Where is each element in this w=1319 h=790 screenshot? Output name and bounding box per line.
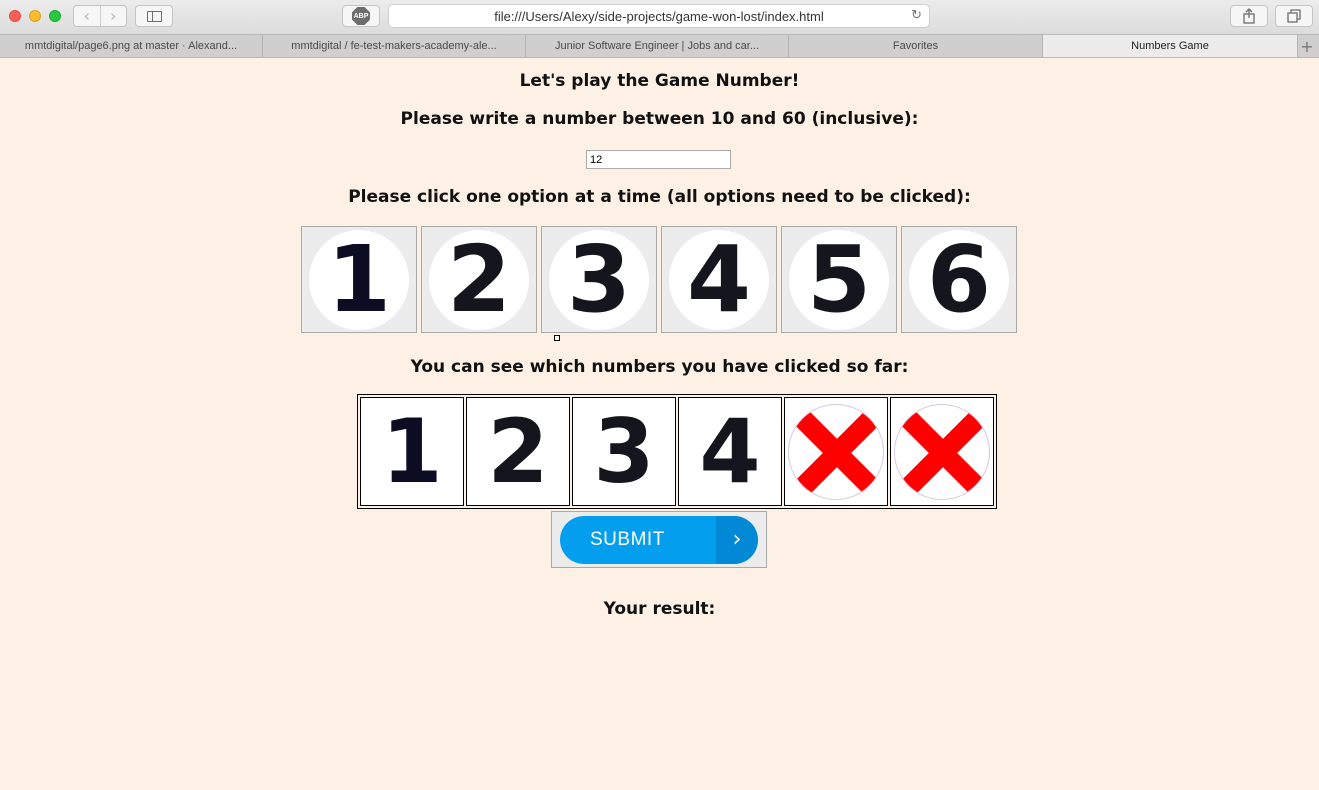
number-3-image: 3 — [576, 399, 672, 503]
share-icon — [1243, 8, 1255, 24]
clicked-cell-5 — [784, 397, 888, 506]
tab-label: Numbers Game — [1131, 40, 1209, 52]
number-1-image: 1 — [309, 225, 409, 333]
number-2-image: 2 — [470, 399, 566, 503]
number-4-image: 4 — [669, 225, 769, 333]
option-digit: 2 — [446, 225, 511, 333]
clicked-heading: You can see which numbers you have click… — [410, 357, 909, 377]
option-button-5[interactable]: 5 — [781, 226, 897, 333]
number-5-image: 5 — [789, 225, 889, 333]
share-button[interactable] — [1230, 5, 1268, 27]
options-prompt: Please click one option at a time (all o… — [348, 187, 971, 207]
option-button-3[interactable]: 3 — [541, 226, 657, 333]
reload-icon[interactable]: ↻ — [911, 8, 922, 23]
option-button-4[interactable]: 4 — [661, 226, 777, 333]
submit-button[interactable]: SUBMIT › — [551, 511, 767, 568]
option-digit: 1 — [326, 225, 391, 333]
option-digit: 3 — [566, 225, 631, 333]
option-digit: 5 — [806, 225, 871, 333]
number-6-image: 6 — [909, 225, 1009, 333]
number-2-image: 2 — [429, 225, 529, 333]
adblock-plus-icon: ABP — [352, 7, 370, 25]
option-button-1[interactable]: 1 — [301, 226, 417, 333]
result-label: Your result: — [603, 599, 716, 619]
submit-pill: SUBMIT › — [560, 515, 758, 564]
chevron-left-icon[interactable]: ‹ — [74, 6, 100, 26]
tab-favorites[interactable]: Favorites — [789, 35, 1043, 57]
tabs-overview-icon — [1287, 9, 1301, 23]
tab-label: mmtdigital/page6.png at master · Alexand… — [24, 40, 238, 52]
number-3-image: 3 — [549, 225, 649, 333]
address-url: file:///Users/Alexy/side-projects/game-w… — [494, 8, 824, 24]
option-digit: 6 — [926, 225, 991, 333]
plus-icon[interactable]: + — [1298, 35, 1316, 57]
sidebar-icon — [146, 10, 162, 22]
tab-label: Favorites — [892, 40, 939, 52]
tab-label: mmtdigital / fe-test-makers-academy-ale.… — [291, 40, 497, 52]
tab-numbers-game[interactable]: Numbers Game — [1043, 35, 1298, 57]
adblock-button[interactable]: ABP — [342, 5, 380, 27]
submit-label: SUBMIT — [590, 528, 665, 550]
page-title: Let's play the Game Number! — [519, 71, 800, 91]
option-button-2[interactable]: 2 — [421, 226, 537, 333]
clicked-cell-6 — [890, 397, 994, 506]
red-x-icon — [788, 403, 884, 500]
clicked-digit: 4 — [699, 399, 761, 503]
number-input[interactable] — [586, 150, 731, 169]
clicked-cell-3: 3 — [572, 397, 676, 506]
tab-bar: mmtdigital/page6.png at master · Alexand… — [0, 34, 1319, 58]
clicked-cell-2: 2 — [466, 397, 570, 506]
number-prompt: Please write a number between 10 and 60 … — [400, 109, 919, 129]
browser-toolbar: ‹ › ABP file:///Users/Alexy/side-project… — [0, 0, 1319, 34]
tab-fe-test[interactable]: mmtdigital / fe-test-makers-academy-ale.… — [263, 35, 526, 57]
chevron-right-icon: › — [716, 515, 758, 564]
address-bar[interactable]: file:///Users/Alexy/side-projects/game-w… — [388, 4, 930, 28]
clicked-digit: 3 — [593, 399, 655, 503]
broken-image-marker — [554, 335, 560, 341]
clicked-digit: 1 — [381, 399, 443, 503]
tab-label: Junior Software Engineer | Jobs and car.… — [554, 40, 760, 52]
tab-page6-png[interactable]: mmtdigital/page6.png at master · Alexand… — [0, 35, 263, 57]
tabs-overview-button[interactable] — [1275, 5, 1313, 27]
option-button-6[interactable]: 6 — [901, 226, 1017, 333]
game-page: Let's play the Game Number! Please write… — [0, 58, 1319, 790]
number-1-image: 1 — [364, 399, 460, 503]
zoom-window-button[interactable] — [49, 10, 61, 22]
clicked-cell-1: 1 — [360, 397, 464, 506]
option-digit: 4 — [686, 225, 751, 333]
close-window-button[interactable] — [9, 10, 21, 22]
chevron-right-icon[interactable]: › — [99, 6, 127, 26]
clicked-numbers-table: 1 2 3 4 — [357, 394, 997, 509]
sidebar-toggle-button[interactable] — [135, 5, 173, 27]
clicked-cell-4: 4 — [678, 397, 782, 506]
red-x-icon — [894, 403, 990, 500]
number-4-image: 4 — [682, 399, 778, 503]
minimize-window-button[interactable] — [29, 10, 41, 22]
clicked-digit: 2 — [487, 399, 549, 503]
history-nav: ‹ › — [73, 5, 127, 27]
tab-junior-engineer[interactable]: Junior Software Engineer | Jobs and car.… — [526, 35, 789, 57]
